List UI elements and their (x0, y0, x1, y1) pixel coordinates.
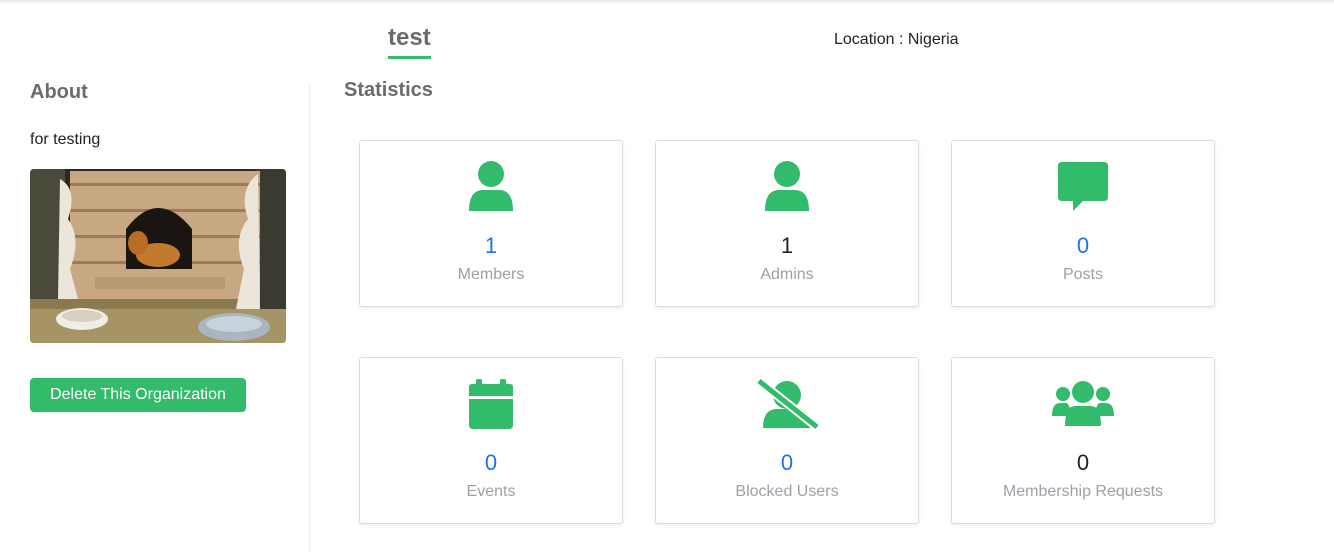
events-label: Events (466, 483, 516, 500)
posts-card[interactable]: 0 Posts (951, 140, 1215, 307)
admins-label: Admins (760, 266, 814, 283)
members-label: Members (457, 266, 525, 283)
user-icon (459, 159, 523, 215)
blocked-users-card[interactable]: 0 Blocked Users (655, 357, 919, 524)
delete-organization-button[interactable]: Delete This Organization (30, 378, 246, 412)
membership-requests-label: Membership Requests (1002, 483, 1164, 500)
admins-card[interactable]: 1 Admins (655, 140, 919, 307)
membership-requests-card[interactable]: 0 Membership Requests (951, 357, 1215, 524)
members-card[interactable]: 1 Members (359, 140, 623, 307)
top-shadow (0, 0, 1334, 4)
organization-image (30, 169, 286, 343)
posts-label: Posts (1062, 266, 1103, 283)
admins-count: 1 (780, 233, 794, 258)
calendar-icon (459, 376, 523, 432)
column-divider (309, 84, 310, 552)
about-description: for testing (30, 131, 101, 148)
posts-count[interactable]: 0 (952, 233, 1214, 259)
blocked-users-count[interactable]: 0 (656, 450, 918, 476)
events-card[interactable]: 0 Events (359, 357, 623, 524)
members-count[interactable]: 1 (360, 233, 622, 259)
statistics-heading: Statistics (344, 79, 433, 101)
user-slash-icon (755, 376, 819, 432)
comment-icon (1051, 159, 1115, 215)
user-icon (755, 159, 819, 215)
about-heading: About (30, 81, 88, 103)
blocked-users-label: Blocked Users (735, 483, 839, 500)
org-title-tab[interactable]: test (388, 24, 431, 59)
users-icon (1051, 376, 1115, 432)
location-text: Location : Nigeria (834, 31, 959, 48)
events-count[interactable]: 0 (360, 450, 622, 476)
membership-requests-count: 0 (1076, 450, 1090, 475)
